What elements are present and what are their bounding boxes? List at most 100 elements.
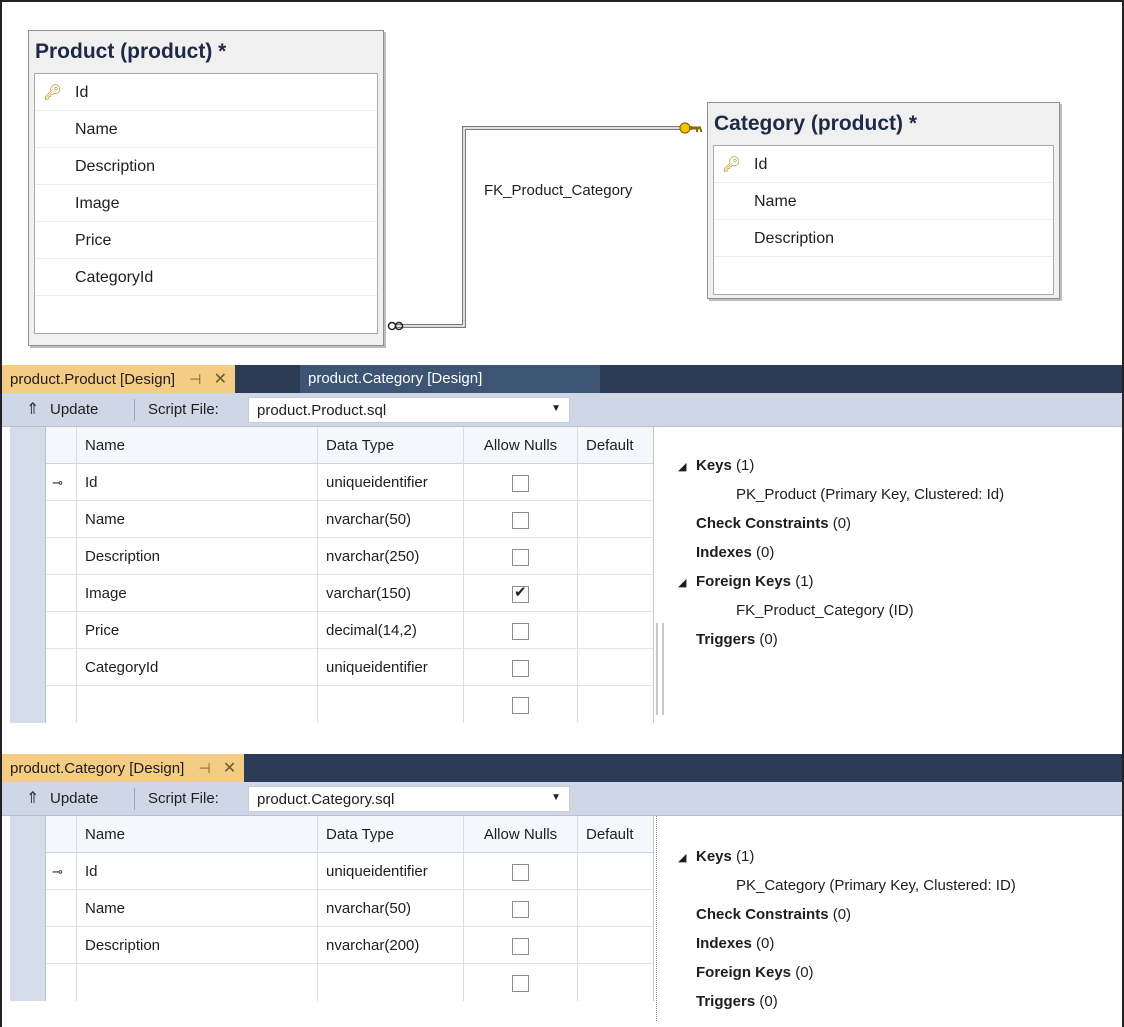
allow-nulls-checkbox[interactable] [512, 622, 529, 640]
row-selector[interactable] [10, 464, 46, 501]
tab-product-design[interactable]: product.Product [Design] ⊣ ✕ [2, 365, 236, 394]
allow-nulls-checkbox[interactable] [512, 548, 529, 566]
indexes-node[interactable]: Indexes (0) [678, 929, 1016, 958]
row-selector[interactable] [10, 964, 46, 1001]
cell-data-type[interactable] [318, 686, 464, 723]
table-row[interactable]: ⊸ Id uniqueidentifier [10, 853, 653, 890]
pane-splitter[interactable] [656, 816, 658, 1021]
entity-column-empty[interactable] [35, 296, 377, 333]
table-row[interactable]: Description nvarchar(200) [10, 927, 653, 964]
header-name[interactable]: Name [77, 427, 318, 464]
allow-nulls-checkbox[interactable] [512, 511, 529, 529]
cell-default[interactable] [578, 464, 654, 501]
triggers-node[interactable]: Triggers (0) [678, 987, 1016, 1016]
row-selector[interactable] [10, 686, 46, 723]
table-row[interactable]: Image varchar(150) [10, 575, 653, 612]
entity-column[interactable]: CategoryId [35, 259, 377, 296]
cell-name[interactable]: Name [77, 890, 318, 927]
update-button[interactable]: Update [50, 401, 98, 418]
header-allow-nulls[interactable]: Allow Nulls [464, 816, 578, 853]
tab-category-design[interactable]: product.Category [Design] ⊣ ✕ [2, 754, 245, 783]
cell-data-type[interactable]: decimal(14,2) [318, 612, 464, 649]
cell-name[interactable]: Description [77, 538, 318, 575]
collapse-triangle-icon[interactable]: ◢ [678, 569, 696, 598]
allow-nulls-checkbox[interactable] [512, 974, 529, 992]
entity-column[interactable]: Description [714, 220, 1053, 257]
header-name[interactable]: Name [77, 816, 318, 853]
table-row-new[interactable] [10, 686, 653, 723]
cell-data-type[interactable]: nvarchar(200) [318, 927, 464, 964]
pane-splitter[interactable] [662, 623, 664, 715]
cell-name[interactable] [77, 964, 318, 1001]
cell-data-type[interactable]: uniqueidentifier [318, 464, 464, 501]
script-file-select[interactable]: product.Product.sql ▼ [248, 397, 570, 423]
row-selector[interactable] [10, 853, 46, 890]
entity-column[interactable]: 🔑︎ Id [714, 146, 1053, 183]
cell-name[interactable]: Id [77, 853, 318, 890]
allow-nulls-checkbox[interactable] [512, 696, 529, 714]
cell-name[interactable]: Name [77, 501, 318, 538]
entity-column-empty[interactable] [714, 257, 1053, 294]
table-row[interactable]: CategoryId uniqueidentifier [10, 649, 653, 686]
cell-name[interactable]: Image [77, 575, 318, 612]
table-row-new[interactable] [10, 964, 653, 1001]
row-selector[interactable] [10, 927, 46, 964]
allow-nulls-checkbox[interactable] [512, 659, 529, 677]
update-button[interactable]: Update [50, 790, 98, 807]
allow-nulls-checkbox[interactable] [512, 937, 529, 955]
select-all-cell[interactable] [10, 427, 46, 464]
row-selector[interactable] [10, 575, 46, 612]
table-row[interactable]: ⊸ Id uniqueidentifier [10, 464, 653, 501]
header-default[interactable]: Default [578, 427, 654, 464]
product-table-entity[interactable]: Product (product) * 🔑︎ Id Name Descriptio… [28, 30, 384, 346]
primary-key-item[interactable]: PK_Category (Primary Key, Clustered: ID) [678, 871, 1016, 900]
cell-default[interactable] [578, 538, 654, 575]
cell-data-type[interactable] [318, 964, 464, 1001]
entity-column[interactable]: 🔑︎ Id [35, 74, 377, 111]
cell-data-type[interactable]: nvarchar(50) [318, 501, 464, 538]
cell-data-type[interactable]: uniqueidentifier [318, 649, 464, 686]
update-arrow-icon[interactable]: ⇑ [26, 788, 39, 808]
entity-column[interactable]: Name [714, 183, 1053, 220]
keys-node[interactable]: ◢ Keys (1) [678, 842, 1016, 871]
cell-data-type[interactable]: uniqueidentifier [318, 853, 464, 890]
keys-node[interactable]: ◢ Keys (1) [678, 451, 1004, 480]
cell-default[interactable] [578, 853, 654, 890]
cell-data-type[interactable]: varchar(150) [318, 575, 464, 612]
check-constraints-node[interactable]: Check Constraints (0) [678, 900, 1016, 929]
pane-splitter[interactable] [656, 623, 658, 715]
cell-data-type[interactable]: nvarchar(250) [318, 538, 464, 575]
allow-nulls-checkbox[interactable] [512, 900, 529, 918]
collapse-triangle-icon[interactable]: ◢ [678, 453, 696, 482]
cell-default[interactable] [578, 575, 654, 612]
primary-key-item[interactable]: PK_Product (Primary Key, Clustered: Id) [678, 480, 1004, 509]
cell-default[interactable] [578, 964, 654, 1001]
cell-default[interactable] [578, 649, 654, 686]
check-constraints-node[interactable]: Check Constraints (0) [678, 509, 1004, 538]
table-row[interactable]: Price decimal(14,2) [10, 612, 653, 649]
tab-category-design[interactable]: product.Category [Design] [300, 365, 600, 393]
close-icon[interactable]: ✕ [214, 366, 227, 394]
entity-column[interactable]: Image [35, 185, 377, 222]
row-selector[interactable] [10, 612, 46, 649]
header-allow-nulls[interactable]: Allow Nulls [464, 427, 578, 464]
cell-default[interactable] [578, 927, 654, 964]
cell-default[interactable] [578, 501, 654, 538]
pin-icon[interactable]: ⊣ [198, 754, 210, 782]
entity-column[interactable]: Description [35, 148, 377, 185]
close-icon[interactable]: ✕ [223, 755, 236, 783]
cell-data-type[interactable]: nvarchar(50) [318, 890, 464, 927]
cell-name[interactable]: Price [77, 612, 318, 649]
row-selector[interactable] [10, 890, 46, 927]
row-selector[interactable] [10, 501, 46, 538]
allow-nulls-checkbox[interactable] [512, 863, 529, 881]
cell-name[interactable]: Description [77, 927, 318, 964]
row-selector[interactable] [10, 538, 46, 575]
collapse-triangle-icon[interactable]: ◢ [678, 844, 696, 873]
foreign-keys-node[interactable]: Foreign Keys (0) [678, 958, 1016, 987]
cell-default[interactable] [578, 612, 654, 649]
header-default[interactable]: Default [578, 816, 654, 853]
triggers-node[interactable]: Triggers (0) [678, 625, 1004, 654]
row-selector[interactable] [10, 649, 46, 686]
allow-nulls-checkbox-checked[interactable] [512, 583, 529, 603]
